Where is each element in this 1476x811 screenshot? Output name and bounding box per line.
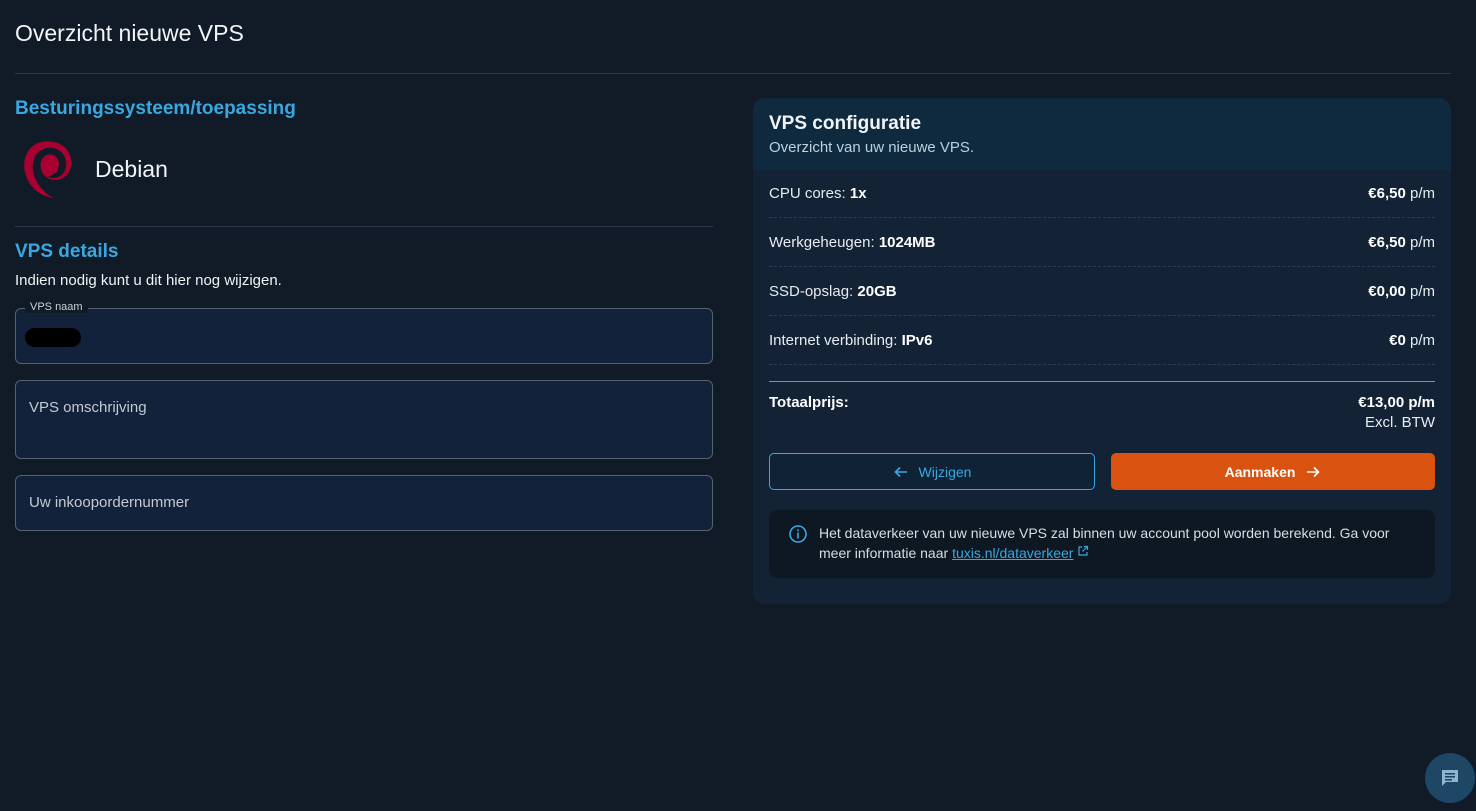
total-price: €13,00 p/m	[1358, 394, 1435, 411]
os-heading: Besturingssysteem/toepassing	[15, 98, 296, 119]
vps-name-value-redacted	[25, 328, 81, 347]
section-divider	[15, 226, 713, 227]
os-row: Debian	[15, 134, 713, 204]
purchase-order-placeholder: Uw inkoopordernummer	[29, 494, 190, 511]
card-title: VPS configuratie	[769, 113, 922, 134]
vps-details-subtitle: Indien nodig kunt u dit hier nog wijzige…	[15, 272, 282, 289]
debian-logo-icon	[15, 134, 79, 204]
arrow-right-icon	[1307, 466, 1321, 477]
actions: Wijzigen Aanmaken	[753, 431, 1451, 490]
back-button[interactable]: Wijzigen	[769, 453, 1095, 490]
total-vat: Excl. BTW	[1365, 414, 1435, 431]
traffic-notice: Het dataverkeer van uw nieuwe VPS zal bi…	[769, 510, 1435, 578]
config-row-cpu: CPU cores: 1x €6,50 p/m	[769, 170, 1435, 218]
vps-name-field[interactable]: VPS naam	[15, 301, 713, 364]
config-row-memory: Werkgeheugen: 1024MB €6,50 p/m	[769, 218, 1435, 267]
vps-description-field[interactable]: VPS omschrijving	[15, 380, 713, 459]
vps-config-card: VPS configuratie Overzicht van uw nieuwe…	[753, 98, 1451, 604]
config-row-network: Internet verbinding: IPv6 €0 p/m	[769, 316, 1435, 365]
card-subtitle: Overzicht van uw nieuwe VPS.	[769, 139, 975, 156]
left-column: Besturingssysteem/toepassing Debian VPS …	[15, 98, 713, 531]
config-row-storage: SSD-opslag: 20GB €0,00 p/m	[769, 267, 1435, 316]
external-link-icon	[1078, 545, 1089, 556]
back-button-label: Wijzigen	[918, 463, 972, 480]
vps-name-label: VPS naam	[25, 301, 88, 313]
notice-text: Het dataverkeer van uw nieuwe VPS zal bi…	[819, 525, 1390, 561]
purchase-order-field[interactable]: Uw inkoopordernummer	[15, 475, 713, 531]
create-button[interactable]: Aanmaken	[1111, 453, 1435, 490]
vps-description-placeholder: VPS omschrijving	[29, 399, 147, 416]
page-title: Overzicht nieuwe VPS	[15, 20, 244, 46]
os-name: Debian	[95, 155, 168, 182]
total-row: Totaalprijs: €13,00 p/m Excl. BTW	[753, 382, 1451, 431]
total-label: Totaalprijs:	[769, 394, 849, 411]
info-icon	[789, 525, 807, 543]
chat-button[interactable]	[1425, 753, 1475, 803]
card-header: VPS configuratie Overzicht van uw nieuwe…	[753, 98, 1451, 170]
chat-icon	[1442, 770, 1458, 786]
dataverkeer-link[interactable]: tuxis.nl/dataverkeer	[952, 545, 1073, 561]
arrow-left-icon	[893, 466, 907, 477]
top-divider	[15, 73, 1451, 74]
vps-details-heading: VPS details	[15, 241, 119, 262]
create-button-label: Aanmaken	[1224, 463, 1296, 480]
config-list: CPU cores: 1x €6,50 p/m Werkgeheugen: 10…	[753, 170, 1451, 365]
